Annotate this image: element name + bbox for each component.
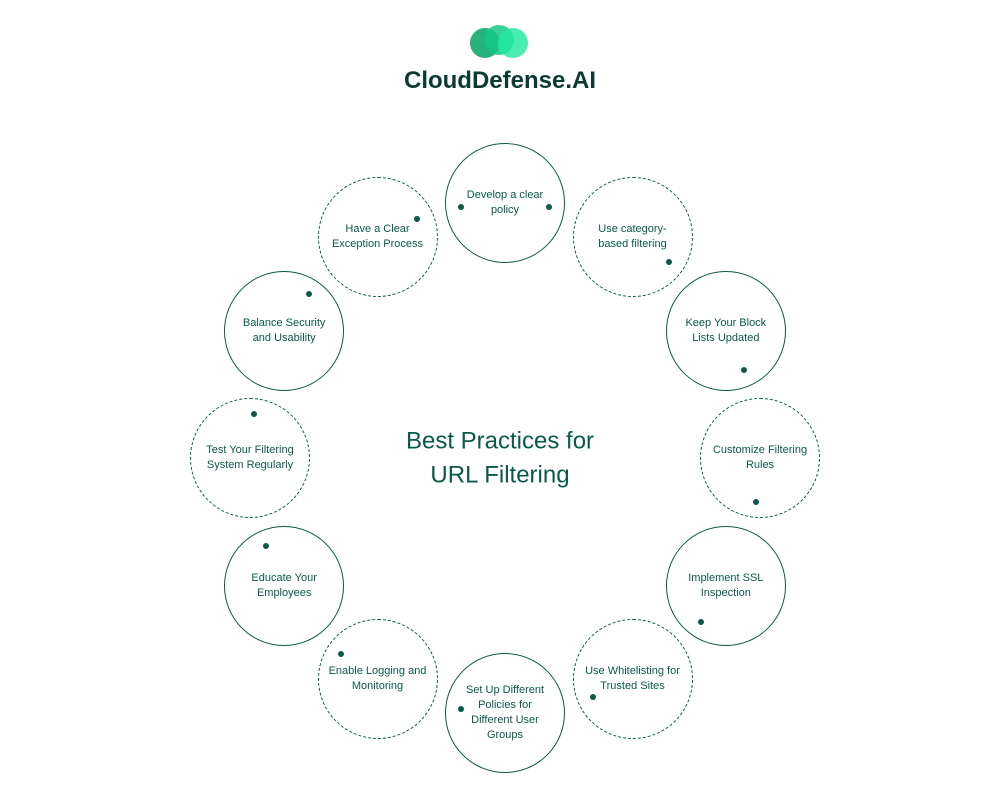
title-line-1: Best Practices for: [370, 424, 630, 458]
practice-label: Customize Filtering Rules: [711, 443, 809, 473]
diagram-title: Best Practices for URL Filtering: [370, 424, 630, 491]
practice-node: Use Whitelisting for Trusted Sites: [573, 619, 693, 739]
brand-logo: CloudDefense.AI: [404, 25, 596, 95]
practice-node: Balance Security and Usability: [224, 271, 344, 391]
practice-node: Keep Your Block Lists Updated: [666, 271, 786, 391]
practice-node: Use category-based filtering: [573, 177, 693, 297]
practice-label: Use category-based filtering: [584, 222, 682, 252]
practice-label: Enable Logging and Monitoring: [329, 664, 427, 694]
connector-dot: [251, 411, 257, 417]
connector-dot: [458, 204, 464, 210]
connector-dot: [414, 216, 420, 222]
practice-label: Use Whitelisting for Trusted Sites: [584, 664, 682, 694]
logo-icon: [470, 25, 530, 61]
practice-label: Implement SSL Inspection: [677, 571, 775, 601]
practice-label: Set Up Different Policies for Different …: [456, 683, 554, 742]
practice-label: Educate Your Employees: [235, 571, 333, 601]
title-line-2: URL Filtering: [370, 458, 630, 492]
brand-name: CloudDefense.AI: [404, 67, 596, 95]
practice-node: Set Up Different Policies for Different …: [445, 653, 565, 773]
practice-label: Have a Clear Exception Process: [329, 222, 427, 252]
practice-label: Develop a clear policy: [456, 188, 554, 218]
connector-dot: [263, 543, 269, 549]
practice-label: Balance Security and Usability: [235, 316, 333, 346]
practice-node: Customize Filtering Rules: [700, 398, 820, 518]
connector-dot: [698, 619, 704, 625]
connector-dot: [666, 259, 672, 265]
practice-node: Test Your Filtering System Regularly: [190, 398, 310, 518]
practice-node: Educate Your Employees: [224, 526, 344, 646]
practice-node: Develop a clear policy: [445, 143, 565, 263]
connector-dot: [546, 204, 552, 210]
practice-label: Test Your Filtering System Regularly: [201, 443, 299, 473]
connector-dot: [753, 499, 759, 505]
practice-node: Have a Clear Exception Process: [318, 177, 438, 297]
practice-node: Implement SSL Inspection: [666, 526, 786, 646]
practice-node: Enable Logging and Monitoring: [318, 619, 438, 739]
practice-label: Keep Your Block Lists Updated: [677, 316, 775, 346]
